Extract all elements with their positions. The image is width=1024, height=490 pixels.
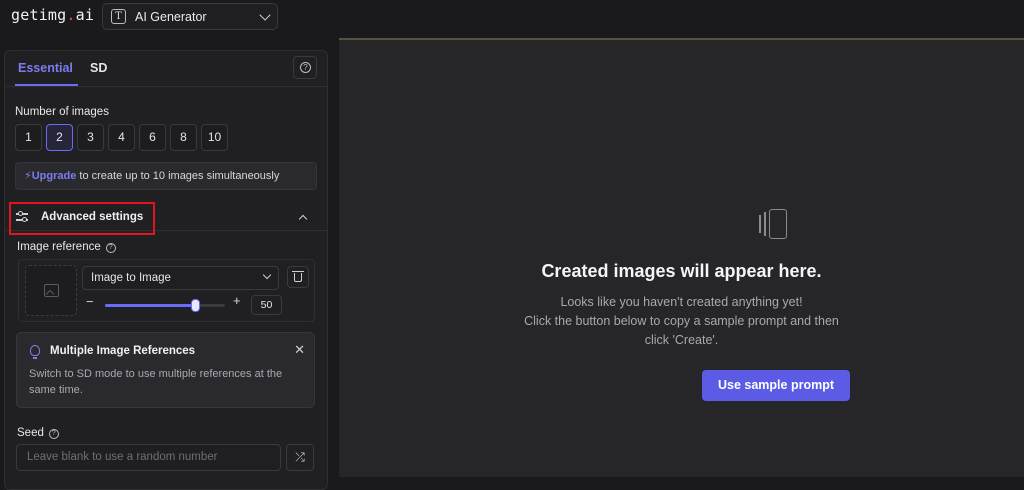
lightbulb-icon bbox=[30, 345, 40, 359]
use-sample-prompt-button[interactable]: Use sample prompt bbox=[702, 370, 850, 401]
seed-label: Seed? bbox=[17, 427, 59, 439]
bolt-icon: ⚡ bbox=[24, 170, 32, 182]
delete-reference-button[interactable] bbox=[287, 266, 309, 288]
tab-sd[interactable]: SD bbox=[90, 61, 107, 75]
reference-mode-select[interactable]: Image to Image bbox=[82, 266, 279, 290]
empty-state-line: Looks like you haven't created anything … bbox=[560, 295, 803, 309]
seed-label-text: Seed bbox=[17, 427, 44, 439]
seed-input[interactable]: Leave blank to use a random number bbox=[16, 444, 281, 471]
info-icon[interactable]: ? bbox=[105, 243, 116, 253]
num-images-option[interactable]: 3 bbox=[77, 124, 104, 151]
logo-dot: . bbox=[66, 6, 76, 24]
image-upload-dropzone[interactable] bbox=[25, 265, 77, 316]
upgrade-link[interactable]: Upgrade bbox=[32, 170, 77, 182]
num-images-option[interactable]: 6 bbox=[139, 124, 166, 151]
generator-select[interactable]: T AI Generator bbox=[102, 3, 278, 30]
question-icon: ? bbox=[300, 62, 311, 73]
strength-slider-fill bbox=[105, 304, 195, 307]
image-reference-label: Image reference? bbox=[17, 241, 116, 253]
reference-mode-value: Image to Image bbox=[91, 272, 171, 284]
strength-decrease-button[interactable]: − bbox=[86, 294, 94, 309]
upgrade-text: to create up to 10 images simultaneously bbox=[76, 170, 280, 182]
image-reference-panel: Image to Image − + 50 bbox=[18, 259, 315, 322]
upgrade-banner: ⚡Upgrade to create up to 10 images simul… bbox=[15, 162, 317, 190]
text-icon: T bbox=[111, 9, 126, 24]
shuffle-icon: ⤮ bbox=[295, 450, 305, 464]
num-images-option[interactable]: 8 bbox=[170, 124, 197, 151]
advanced-settings-highlight bbox=[9, 202, 155, 235]
strength-increase-button[interactable]: + bbox=[233, 293, 241, 308]
number-of-images-label: Number of images bbox=[15, 106, 109, 118]
empty-state-line: Click the button below to copy a sample … bbox=[524, 314, 839, 328]
empty-state-line: click 'Create'. bbox=[644, 333, 719, 347]
logo-suffix: ai bbox=[75, 6, 95, 24]
num-images-option[interactable]: 4 bbox=[108, 124, 135, 151]
top-bar: getimg.ai T AI Generator bbox=[0, 0, 1024, 36]
logo-text: getimg bbox=[11, 6, 67, 24]
generator-select-label: AI Generator bbox=[135, 9, 207, 24]
strength-slider-handle[interactable] bbox=[191, 299, 200, 312]
chevron-up-icon bbox=[298, 214, 308, 224]
num-images-option[interactable]: 1 bbox=[15, 124, 42, 151]
tip-title: Multiple Image References bbox=[50, 345, 196, 357]
tab-essential[interactable]: Essential bbox=[18, 61, 73, 75]
active-tab-indicator bbox=[15, 84, 78, 86]
strength-value-input[interactable]: 50 bbox=[251, 295, 282, 315]
logo[interactable]: getimg.ai bbox=[11, 6, 94, 24]
num-images-option-selected[interactable]: 2 bbox=[46, 124, 73, 151]
empty-state-title: Created images will appear here. bbox=[541, 261, 822, 281]
settings-sidebar: Essential SD ? Number of images 1 2 3 4 … bbox=[4, 50, 328, 490]
empty-state-description: Looks like you haven't created anything … bbox=[339, 293, 1024, 350]
image-reference-label-text: Image reference bbox=[17, 241, 101, 253]
chevron-down-icon bbox=[259, 8, 271, 21]
trash-icon-body bbox=[294, 273, 302, 282]
multiple-references-tip: Multiple Image References ✕ Switch to SD… bbox=[16, 332, 315, 408]
strength-slider[interactable] bbox=[105, 299, 225, 312]
close-icon[interactable]: ✕ bbox=[294, 342, 305, 358]
mode-tabs: Essential SD ? bbox=[5, 51, 327, 87]
chevron-down-icon bbox=[262, 270, 272, 280]
results-panel: Created images will appear here. Looks l… bbox=[339, 38, 1024, 477]
help-button[interactable]: ? bbox=[293, 56, 317, 79]
gallery-icon bbox=[759, 209, 787, 239]
tip-body: Switch to SD mode to use multiple refere… bbox=[29, 368, 283, 396]
random-seed-button[interactable]: ⤮ bbox=[286, 444, 314, 471]
number-of-images-options: 1 2 3 4 6 8 10 bbox=[15, 124, 228, 151]
image-add-icon bbox=[44, 284, 59, 297]
num-images-option[interactable]: 10 bbox=[201, 124, 228, 151]
info-icon[interactable]: ? bbox=[48, 429, 59, 439]
